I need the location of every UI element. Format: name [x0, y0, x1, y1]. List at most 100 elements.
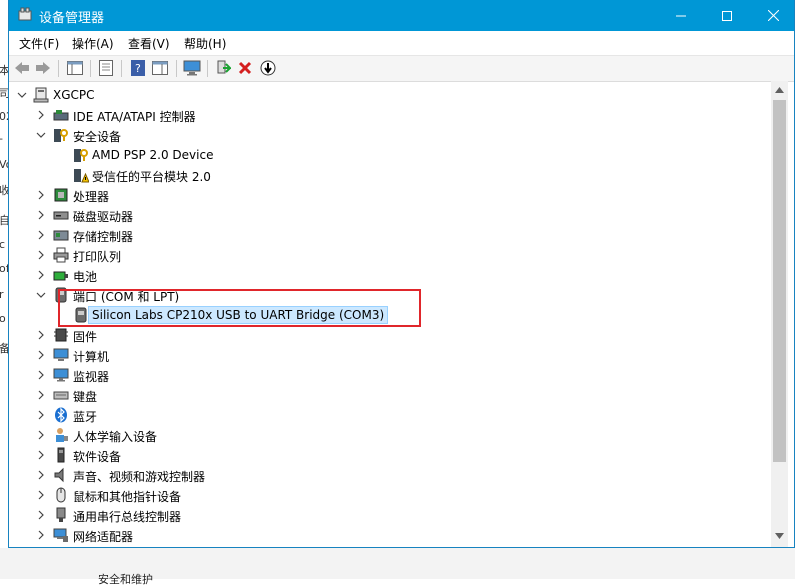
chevron-right-icon[interactable]: [36, 349, 46, 361]
tree-label: AMD PSP 2.0 Device: [92, 148, 214, 162]
tree-root[interactable]: XGCPC: [9, 85, 769, 105]
tree-node-usb[interactable]: 通用串行总线控制器: [9, 505, 769, 525]
chevron-right-icon[interactable]: [36, 389, 46, 401]
tree-label: 人体学输入设备: [73, 430, 158, 444]
tree-label: XGCPC: [53, 88, 95, 102]
maximize-button[interactable]: [704, 0, 750, 31]
device-manager-window: 设备管理器 文件(F) 操作(A) 查看(V) 帮助(H) ? XGCPC ID…: [8, 0, 795, 548]
chevron-right-icon[interactable]: [36, 329, 46, 341]
tree-label: 打印队列: [73, 250, 122, 264]
tree-node-security[interactable]: 安全设备: [9, 125, 769, 145]
storage-controller-icon: [53, 230, 69, 241]
show-hide-tree-icon[interactable]: [65, 58, 85, 78]
chevron-down-icon[interactable]: [36, 289, 46, 301]
sound-icon: [54, 467, 64, 483]
menu-view[interactable]: 查看(V): [128, 35, 170, 52]
chevron-right-icon[interactable]: [36, 489, 46, 501]
tree-node-hid[interactable]: 人体学输入设备: [9, 425, 769, 445]
tree-node-mouse[interactable]: 鼠标和其他指针设备: [9, 485, 769, 505]
tree-node-sound[interactable]: 声音、视频和游戏控制器: [9, 465, 769, 485]
title-bar[interactable]: 设备管理器: [9, 0, 794, 31]
menu-help[interactable]: 帮助(H): [184, 35, 226, 52]
scrollbar-thumb[interactable]: [773, 100, 786, 462]
tree-label: 监视器: [73, 370, 110, 384]
warning-device-icon: [74, 169, 89, 183]
tree-node-ide[interactable]: IDE ATA/ATAPI 控制器: [9, 105, 769, 125]
software-device-icon: [57, 447, 65, 463]
hid-icon: [56, 428, 68, 442]
disk-drive-icon: [53, 211, 69, 220]
tree-label: 蓝牙: [73, 410, 98, 424]
svg-text:?: ?: [135, 62, 141, 75]
chevron-down-icon[interactable]: [17, 89, 27, 101]
chevron-right-icon[interactable]: [36, 449, 46, 461]
processor-icon: [54, 188, 68, 202]
menu-file[interactable]: 文件(F): [19, 35, 59, 52]
scroll-up-icon[interactable]: [775, 87, 784, 93]
monitor-scan-icon[interactable]: [182, 58, 202, 78]
tree-label: 键盘: [73, 390, 98, 404]
chevron-right-icon[interactable]: [36, 369, 46, 381]
battery-icon: [53, 271, 68, 281]
security-device-icon: [54, 129, 68, 142]
toolbar: ?: [9, 55, 794, 82]
menu-bar: 文件(F) 操作(A) 查看(V) 帮助(H): [9, 31, 794, 55]
chevron-right-icon[interactable]: [36, 189, 46, 201]
properties-icon[interactable]: [96, 58, 116, 78]
tree-label: 处理器: [73, 190, 110, 204]
tree-label: 受信任的平台模块 2.0: [92, 170, 211, 184]
tree-node-software[interactable]: 软件设备: [9, 445, 769, 465]
ide-controller-icon: [53, 110, 69, 121]
action-pane-icon[interactable]: [150, 58, 170, 78]
chevron-down-icon[interactable]: [36, 129, 46, 141]
vertical-scrollbar[interactable]: [771, 81, 788, 547]
chevron-right-icon[interactable]: [36, 469, 46, 481]
chevron-right-icon[interactable]: [36, 429, 46, 441]
tree-node-network[interactable]: 网络适配器: [9, 525, 769, 545]
window-title: 设备管理器: [39, 11, 105, 26]
tree-label: 网络适配器: [73, 530, 134, 544]
firmware-icon: [54, 328, 68, 342]
keyboard-icon: [53, 391, 69, 400]
tree-node-print-queue[interactable]: 打印队列: [9, 245, 769, 265]
tree-node-firmware[interactable]: 固件: [9, 325, 769, 345]
monitor-icon: [53, 368, 69, 382]
uninstall-icon[interactable]: [235, 58, 255, 78]
chevron-right-icon[interactable]: [36, 249, 46, 261]
tree-child-tpm[interactable]: 受信任的平台模块 2.0: [9, 165, 769, 185]
tree-label: 通用串行总线控制器: [73, 510, 182, 524]
tree-node-processor[interactable]: 处理器: [9, 185, 769, 205]
chevron-right-icon[interactable]: [36, 229, 46, 241]
mouse-icon: [56, 487, 66, 503]
chevron-right-icon[interactable]: [36, 409, 46, 421]
help-icon[interactable]: ?: [128, 58, 148, 78]
close-button[interactable]: [750, 0, 795, 31]
scroll-down-icon[interactable]: [775, 533, 784, 539]
menu-action[interactable]: 操作(A): [72, 35, 114, 52]
back-arrow-icon[interactable]: [12, 58, 32, 78]
tree-label: 计算机: [73, 350, 110, 364]
chevron-right-icon[interactable]: [36, 529, 46, 541]
background-window-bottom: 安全和维护: [0, 548, 795, 586]
tree-node-disk[interactable]: 磁盘驱动器: [9, 205, 769, 225]
update-driver-icon[interactable]: [258, 58, 278, 78]
tree-node-keyboard[interactable]: 键盘: [9, 385, 769, 405]
tree-node-monitor[interactable]: 监视器: [9, 365, 769, 385]
tree-node-storage[interactable]: 存储控制器: [9, 225, 769, 245]
tree-node-battery[interactable]: 电池: [9, 265, 769, 285]
enable-driver-icon[interactable]: [214, 58, 234, 78]
minimize-button[interactable]: [658, 0, 704, 31]
annotation-highlight-box: [58, 289, 421, 327]
tree-node-computer[interactable]: 计算机: [9, 345, 769, 365]
security-device-icon: [74, 149, 88, 162]
chevron-right-icon[interactable]: [36, 269, 46, 281]
tree-label: 电池: [73, 270, 98, 284]
chevron-right-icon[interactable]: [36, 509, 46, 521]
tree-node-bluetooth[interactable]: 蓝牙: [9, 405, 769, 425]
tree-label: 鼠标和其他指针设备: [73, 490, 182, 504]
tree-label: 软件设备: [73, 450, 122, 464]
chevron-right-icon[interactable]: [36, 109, 46, 121]
forward-arrow-icon[interactable]: [33, 58, 53, 78]
tree-child-amd-psp[interactable]: AMD PSP 2.0 Device: [9, 145, 769, 165]
chevron-right-icon[interactable]: [36, 209, 46, 221]
